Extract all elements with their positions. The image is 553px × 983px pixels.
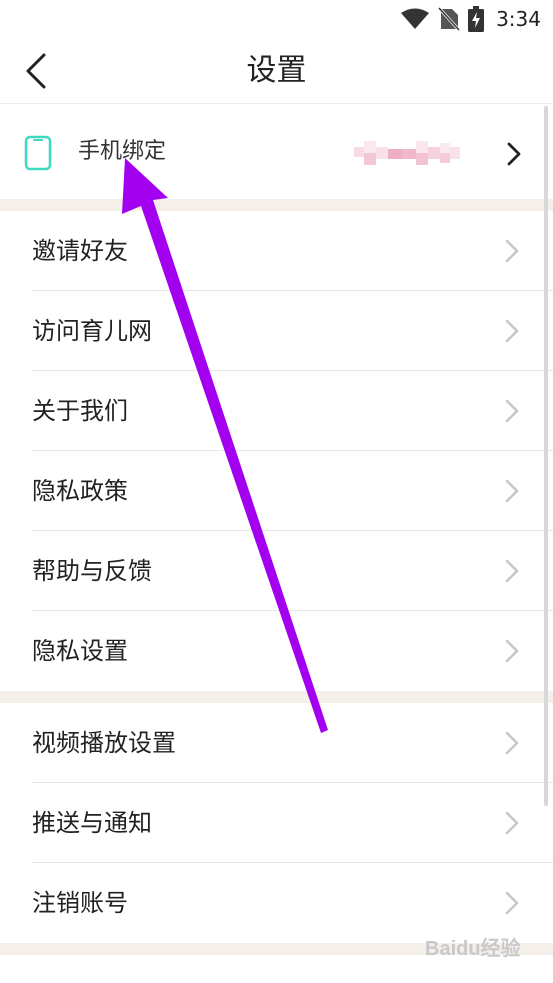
chevron-right-icon: [505, 559, 519, 583]
row-label: 隐私政策: [32, 477, 128, 505]
status-bar: 3:34: [0, 0, 553, 38]
no-sim-icon: [438, 7, 461, 31]
row-privacy-policy[interactable]: 隐私政策: [0, 451, 553, 531]
row-help-feedback[interactable]: 帮助与反馈: [0, 531, 553, 611]
chevron-right-icon: [505, 399, 519, 423]
settings-group-1: 邀请好友 访问育儿网 关于我们 隐私政策 帮助与反馈 隐私设置: [0, 211, 553, 691]
row-label: 关于我们: [32, 397, 128, 425]
row-label: 推送与通知: [32, 809, 152, 837]
phone-binding-row[interactable]: 手机绑定: [0, 105, 553, 199]
row-visit-website[interactable]: 访问育儿网: [0, 291, 553, 371]
section-gap: [0, 199, 553, 211]
watermark-text: Baidu经验: [425, 936, 521, 960]
chevron-right-icon: [505, 639, 519, 663]
row-label: 帮助与反馈: [32, 557, 152, 585]
section-gap: [0, 691, 553, 703]
chevron-left-icon: [26, 53, 46, 89]
row-label: 注销账号: [32, 889, 128, 917]
phone-icon: [24, 135, 52, 171]
chevron-right-icon: [505, 731, 519, 755]
row-push-notifications[interactable]: 推送与通知: [0, 783, 553, 863]
row-label: 访问育儿网: [32, 317, 152, 345]
chevron-right-icon: [505, 319, 519, 343]
row-label: 视频播放设置: [32, 729, 176, 757]
status-icons: 3:34: [400, 6, 541, 32]
scrollbar[interactable]: [544, 106, 548, 806]
row-label: 邀请好友: [32, 237, 128, 265]
chevron-right-icon: [505, 811, 519, 835]
chevron-right-icon: [505, 239, 519, 263]
status-time: 3:34: [496, 7, 541, 31]
chevron-right-icon: [505, 891, 519, 915]
phone-number-pixelated: [354, 141, 460, 165]
row-privacy-settings[interactable]: 隐私设置: [0, 611, 553, 691]
row-about-us[interactable]: 关于我们: [0, 371, 553, 451]
row-invite-friends[interactable]: 邀请好友: [0, 211, 553, 291]
row-label: 隐私设置: [32, 637, 128, 665]
settings-group-2: 视频播放设置 推送与通知 注销账号: [0, 703, 553, 943]
chevron-right-icon: [505, 479, 519, 503]
chevron-right-icon: [507, 142, 521, 166]
baidu-watermark-logo: Baidu经验: [425, 936, 521, 960]
wifi-icon: [401, 8, 430, 29]
phone-binding-label: 手机绑定: [78, 139, 167, 164]
header: 设置: [0, 38, 553, 104]
row-video-playback-settings[interactable]: 视频播放设置: [0, 703, 553, 783]
back-button[interactable]: [16, 50, 56, 92]
page-title: 设置: [246, 53, 307, 88]
battery-charging-icon: [468, 6, 485, 32]
